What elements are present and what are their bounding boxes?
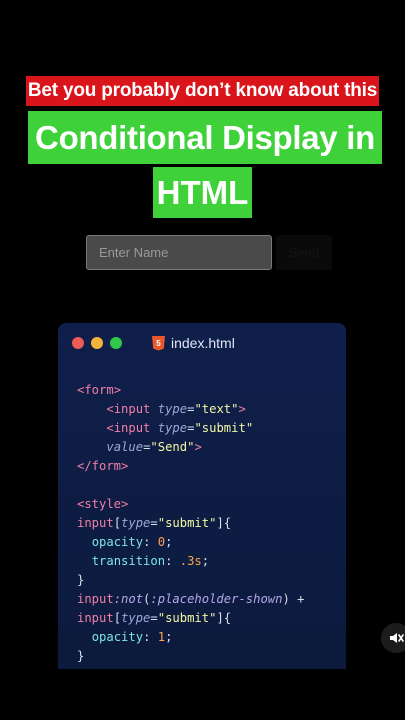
code-line: opacity: 0;	[91, 535, 173, 549]
code-line: opacity: 1;	[91, 630, 173, 644]
subtitle-text: Bet you probably don’t know about this	[27, 80, 378, 101]
code-line: <style>	[77, 497, 129, 511]
code-line: value="Send">	[106, 440, 202, 454]
code-line: </form>	[77, 459, 129, 473]
close-dot	[72, 337, 84, 349]
title-banner-line-1: Conditional Display in	[28, 111, 382, 164]
send-button[interactable]: Send	[276, 235, 332, 270]
code-line: <input type="text">	[106, 402, 246, 416]
code-line: input[type="submit"]{	[77, 611, 232, 625]
code-block: <form> <input type="text"> <input type="…	[77, 381, 305, 666]
subtitle-banner: Bet you probably don’t know about this	[26, 76, 379, 106]
maximize-dot	[110, 337, 122, 349]
speaker-muted-icon	[390, 633, 404, 643]
code-line: input:not(:placeholder-shown) +	[77, 592, 305, 606]
mute-button[interactable]	[381, 623, 405, 653]
window-controls	[72, 337, 122, 349]
title-text-line-2: HTML	[156, 173, 249, 211]
code-line: }	[77, 573, 85, 587]
file-name: index.html	[171, 335, 235, 351]
name-input[interactable]	[86, 235, 272, 270]
code-line: transition: .3s;	[91, 554, 210, 568]
title-banner-line-2: HTML	[153, 167, 252, 218]
file-tab: 5 index.html	[152, 335, 235, 351]
title-text-line-1: Conditional Display in	[35, 118, 375, 156]
html5-icon: 5	[152, 335, 165, 351]
minimize-dot	[91, 337, 103, 349]
code-line: <form>	[77, 383, 122, 397]
code-editor-card: 5 index.html <form> <input type="text"> …	[58, 323, 346, 669]
code-line: <input type="submit"	[106, 421, 254, 435]
code-line: input[type="submit"]{	[77, 516, 232, 530]
code-line: }	[77, 649, 85, 663]
